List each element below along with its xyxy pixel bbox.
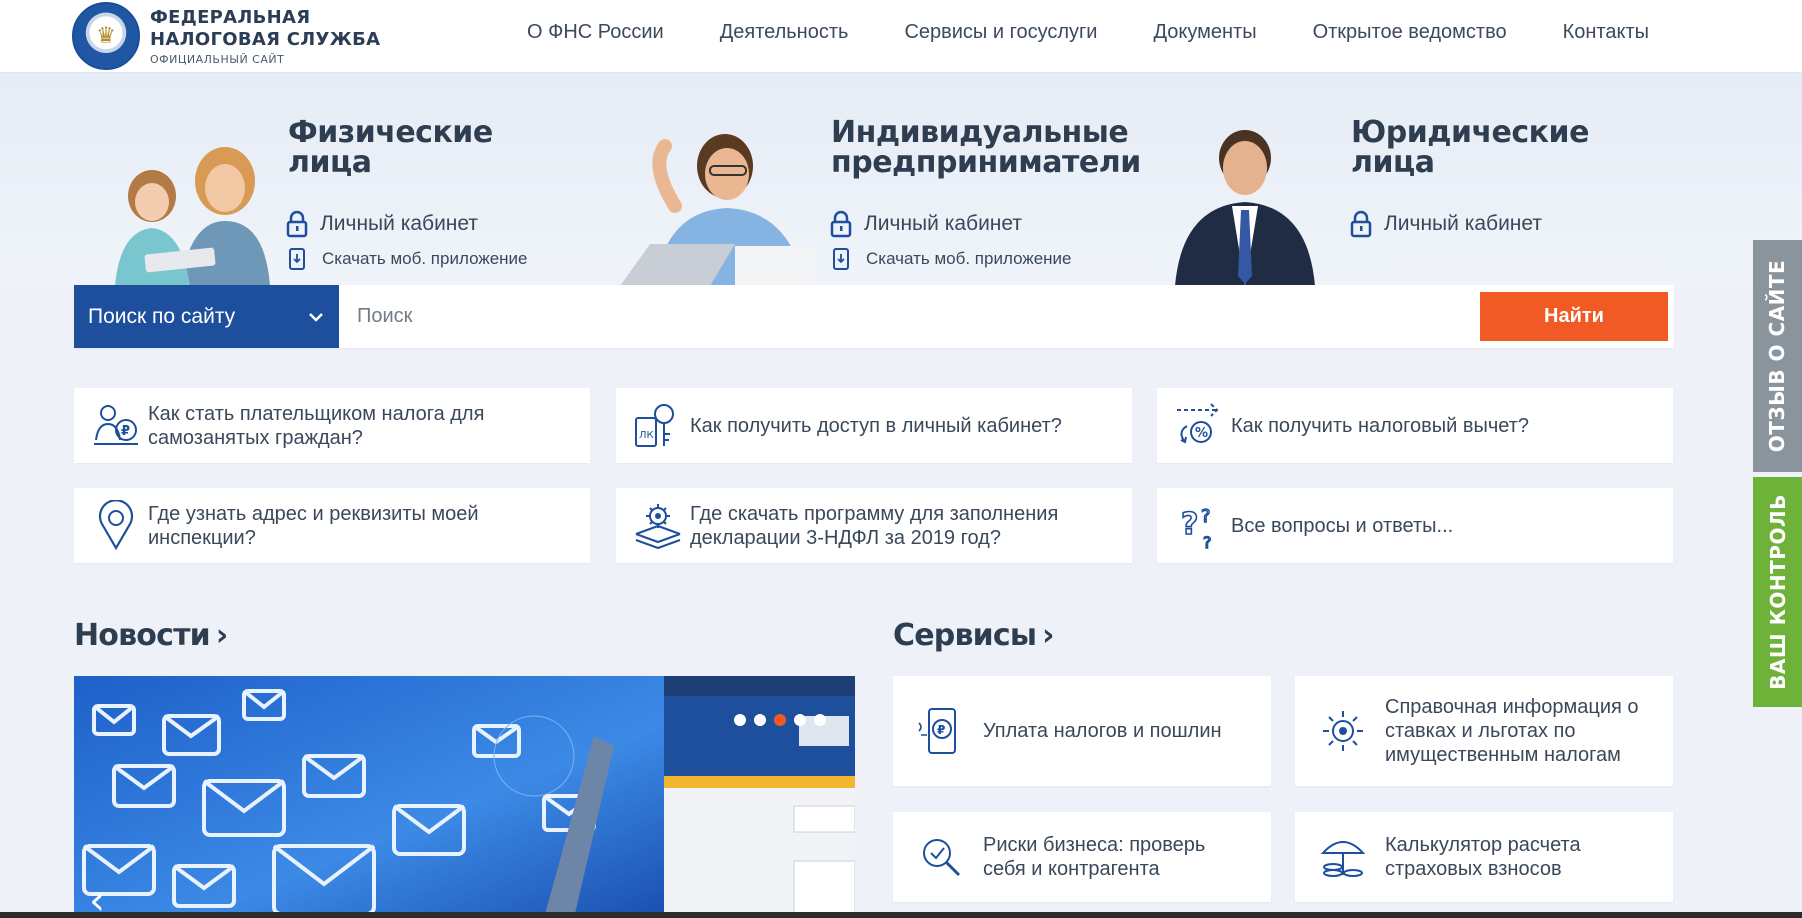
service-title: Уплата налогов и пошлин	[983, 720, 1222, 742]
personal-cabinet-link[interactable]: Личный кабинет	[1350, 210, 1542, 238]
persona-individuals: Физические лица Личный кабинет Скачать м…	[0, 73, 560, 286]
hero-banner: Физические лица Личный кабинет Скачать м…	[0, 73, 1802, 286]
map-pin-icon	[98, 499, 134, 550]
svg-text:₽: ₽	[937, 723, 945, 737]
nav-contacts[interactable]: Контакты	[1563, 18, 1649, 46]
nav-open-agency[interactable]: Открытое ведомство	[1313, 18, 1507, 46]
key-icon: ЛК	[635, 403, 674, 447]
service-title: себя и контрагента	[983, 858, 1160, 880]
search-scope-label: Поиск по сайту	[88, 304, 236, 328]
phone-download-icon	[289, 248, 305, 270]
site-logo[interactable]: ♛ ФЕДЕРАЛЬНАЯ НАЛОГОВАЯ СЛУЖБА ОФИЦИАЛЬН…	[72, 2, 380, 70]
svg-text:?: ?	[1203, 533, 1212, 552]
faq-card[interactable]: ЛК Как получить доступ в личный кабинет?	[616, 388, 1132, 463]
persona-title[interactable]: Индивидуальные предприниматели	[831, 118, 1141, 178]
businessman-photo	[1175, 130, 1315, 286]
service-title: Калькулятор расчета	[1385, 834, 1581, 856]
svg-text:?: ?	[1181, 507, 1198, 542]
insurance-calculator-icon	[1320, 841, 1366, 877]
service-card[interactable]: Риски бизнеса: проверь себя и контрагент…	[893, 812, 1271, 902]
service-title: ставках и льготах по	[1385, 720, 1576, 742]
nav-about[interactable]: О ФНС России	[527, 18, 664, 46]
nav-services[interactable]: Сервисы и госуслуги	[904, 18, 1097, 46]
mother-daughter-photo	[115, 147, 270, 286]
chevron-right-icon: ›	[215, 618, 228, 653]
faq-card[interactable]: Где узнать адрес и реквизиты моей инспек…	[74, 488, 590, 563]
main-nav: О ФНС России Деятельность Сервисы и госу…	[471, 18, 1649, 46]
news-slide-image: ‹ ›	[74, 676, 855, 918]
lock-icon	[286, 210, 308, 238]
slider-pagination	[734, 714, 826, 726]
slider-dot[interactable]	[734, 714, 746, 726]
faq-text: Как получить налоговый вычет?	[1231, 414, 1530, 437]
search-input[interactable]	[339, 285, 1480, 348]
slider-dot[interactable]	[754, 714, 766, 726]
risk-check-icon	[923, 839, 961, 877]
site-feedback-tab[interactable]: ОТЗЫВ О САЙТЕ	[1753, 240, 1802, 472]
service-title: имущественным налогам	[1385, 744, 1621, 766]
service-card[interactable]: Калькулятор расчета страховых взносов	[1295, 812, 1673, 902]
service-title: Справочная информация о	[1385, 696, 1639, 718]
logo-title-line2: НАЛОГОВАЯ СЛУЖБА	[150, 28, 381, 50]
persona-legal-entities: Юридические лица Личный кабинет	[1120, 73, 1680, 286]
faq-card[interactable]: ₽ Как стать плательщиком налога для само…	[74, 388, 590, 463]
faq-text: Как получить доступ в личный кабинет?	[690, 414, 1062, 437]
payment-phone-icon: ₽	[918, 708, 956, 754]
slider-dot[interactable]	[794, 714, 806, 726]
svg-text:%: %	[1195, 426, 1208, 441]
service-card[interactable]: ₽ Уплата налогов и пошлин	[893, 676, 1271, 786]
download-app-link[interactable]: Скачать моб. приложение	[832, 248, 1072, 270]
svg-text:?: ?	[1201, 506, 1211, 527]
faq-text: Все вопросы и ответы...	[1231, 514, 1454, 537]
service-title: страховых взносов	[1385, 858, 1562, 880]
persona-title[interactable]: Физические лица	[288, 118, 493, 178]
personal-cabinet-link[interactable]: Личный кабинет	[830, 210, 1022, 238]
svg-text:₽: ₽	[121, 424, 130, 439]
phone-download-icon	[833, 248, 849, 270]
faq-card[interactable]: % Как получить налоговый вычет?	[1157, 388, 1673, 463]
lock-icon	[1350, 210, 1372, 238]
personal-cabinet-link[interactable]: Личный кабинет	[286, 210, 478, 238]
nav-activity[interactable]: Деятельность	[720, 18, 849, 46]
faq-text: Как стать плательщиком налога для	[148, 402, 485, 425]
bottom-scrollbar[interactable]	[0, 912, 1802, 918]
search-scope-select[interactable]: Поиск по сайту	[74, 285, 339, 348]
slider-dot-active[interactable]	[774, 714, 786, 726]
entrepreneur-photo	[620, 134, 815, 286]
persona-title[interactable]: Юридические лица	[1351, 118, 1589, 178]
faq-text: самозанятых граждан?	[148, 426, 363, 449]
faq-card[interactable]: Где скачать программу для заполнения дек…	[616, 488, 1132, 563]
download-app-link[interactable]: Скачать моб. приложение	[288, 248, 528, 270]
question-icon: ? ? ?	[1180, 505, 1212, 552]
faq-text: Где узнать адрес и реквизиты моей	[148, 502, 479, 525]
svg-text:ЛК: ЛК	[639, 430, 654, 441]
faq-text: инспекции?	[148, 526, 256, 549]
nav-documents[interactable]: Документы	[1153, 18, 1256, 46]
fns-emblem-icon: ♛	[72, 2, 140, 70]
logo-subtitle: ОФИЦИАЛЬНЫЙ САЙТ	[150, 52, 285, 66]
self-employed-icon: ₽	[94, 404, 138, 445]
service-title: Риски бизнеса: проверь	[983, 834, 1206, 856]
search-button[interactable]: Найти	[1480, 292, 1668, 341]
faq-text: декларации 3-НДФЛ за 2019 год?	[690, 526, 1001, 549]
chevron-right-icon: ›	[1042, 618, 1054, 653]
services-section-title[interactable]: Сервисы ›	[893, 618, 1055, 653]
site-header: ♛ ФЕДЕРАЛЬНАЯ НАЛОГОВАЯ СЛУЖБА ОФИЦИАЛЬН…	[0, 0, 1802, 73]
news-slider[interactable]: ‹ ›	[74, 676, 855, 918]
service-card[interactable]: Справочная информация о ставках и льгота…	[1295, 676, 1673, 786]
lock-icon	[830, 210, 852, 238]
slider-dot[interactable]	[814, 714, 826, 726]
persona-entrepreneurs: Индивидуальные предприниматели Личный ка…	[560, 73, 1141, 286]
faq-text: Где скачать программу для заполнения	[690, 502, 1059, 525]
site-search: Поиск по сайту Найти	[74, 285, 1674, 348]
chevron-down-icon	[309, 312, 323, 322]
news-section-title[interactable]: Новости ›	[74, 618, 228, 653]
tax-deduction-icon: %	[1177, 402, 1219, 443]
software-gear-icon	[635, 503, 681, 549]
faq-card[interactable]: ? ? ? Все вопросы и ответы...	[1157, 488, 1673, 563]
logo-title-line1: ФЕДЕРАЛЬНАЯ	[150, 6, 311, 28]
emblem-info-icon	[1323, 711, 1363, 751]
your-control-tab[interactable]: ВАШ КОНТРОЛЬ	[1753, 477, 1802, 707]
